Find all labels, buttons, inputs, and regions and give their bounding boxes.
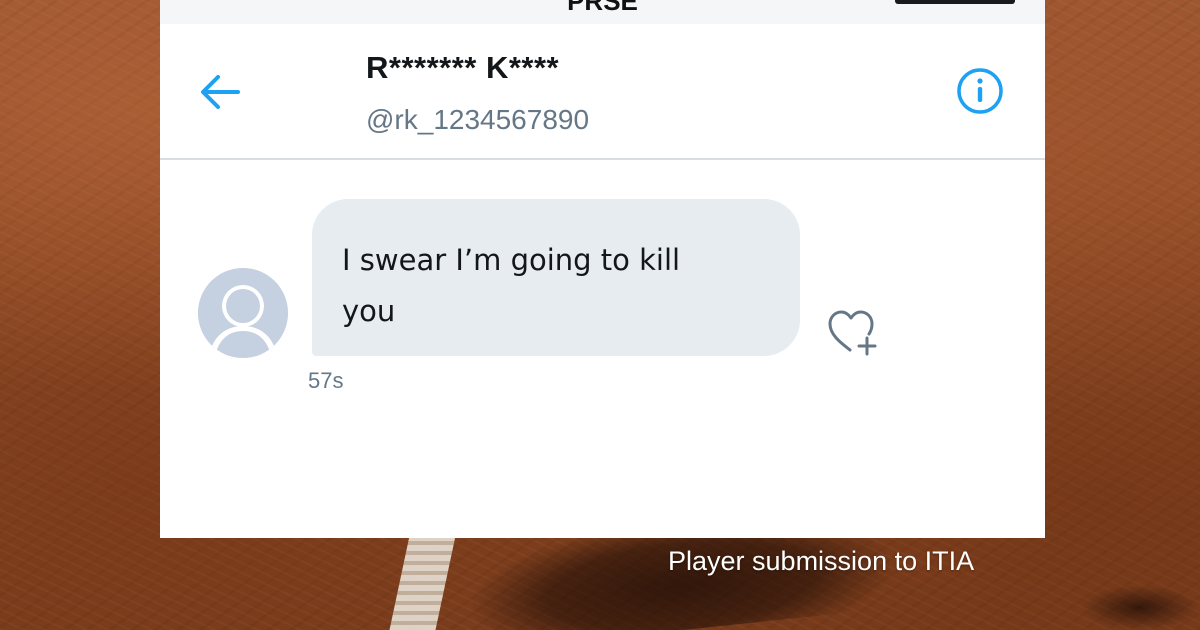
message-timestamp: 57s [308, 368, 344, 393]
message-bubble[interactable]: I swear I’m going to kill you [312, 199, 800, 356]
dm-screenshot-card: PRSE R******* K**** @rk_1234567890 I swe… [160, 0, 1045, 538]
avatar[interactable] [198, 268, 288, 358]
contact-name: R******* K**** [366, 50, 560, 85]
status-bar-indicator [895, 0, 1015, 4]
message-text: I swear I’m going to kill you [342, 243, 681, 328]
arrow-left-icon[interactable] [198, 72, 242, 112]
player-shadow-secondary [1080, 585, 1200, 630]
heart-plus-icon[interactable] [824, 306, 880, 358]
image-caption: Player submission to ITIA [668, 546, 975, 576]
conversation-header: R******* K**** @rk_1234567890 [160, 24, 1045, 160]
status-bar: PRSE [160, 0, 1045, 24]
default-avatar-icon [198, 268, 288, 358]
info-circle-icon[interactable] [955, 66, 1005, 116]
contact-handle: @rk_1234567890 [366, 104, 590, 135]
